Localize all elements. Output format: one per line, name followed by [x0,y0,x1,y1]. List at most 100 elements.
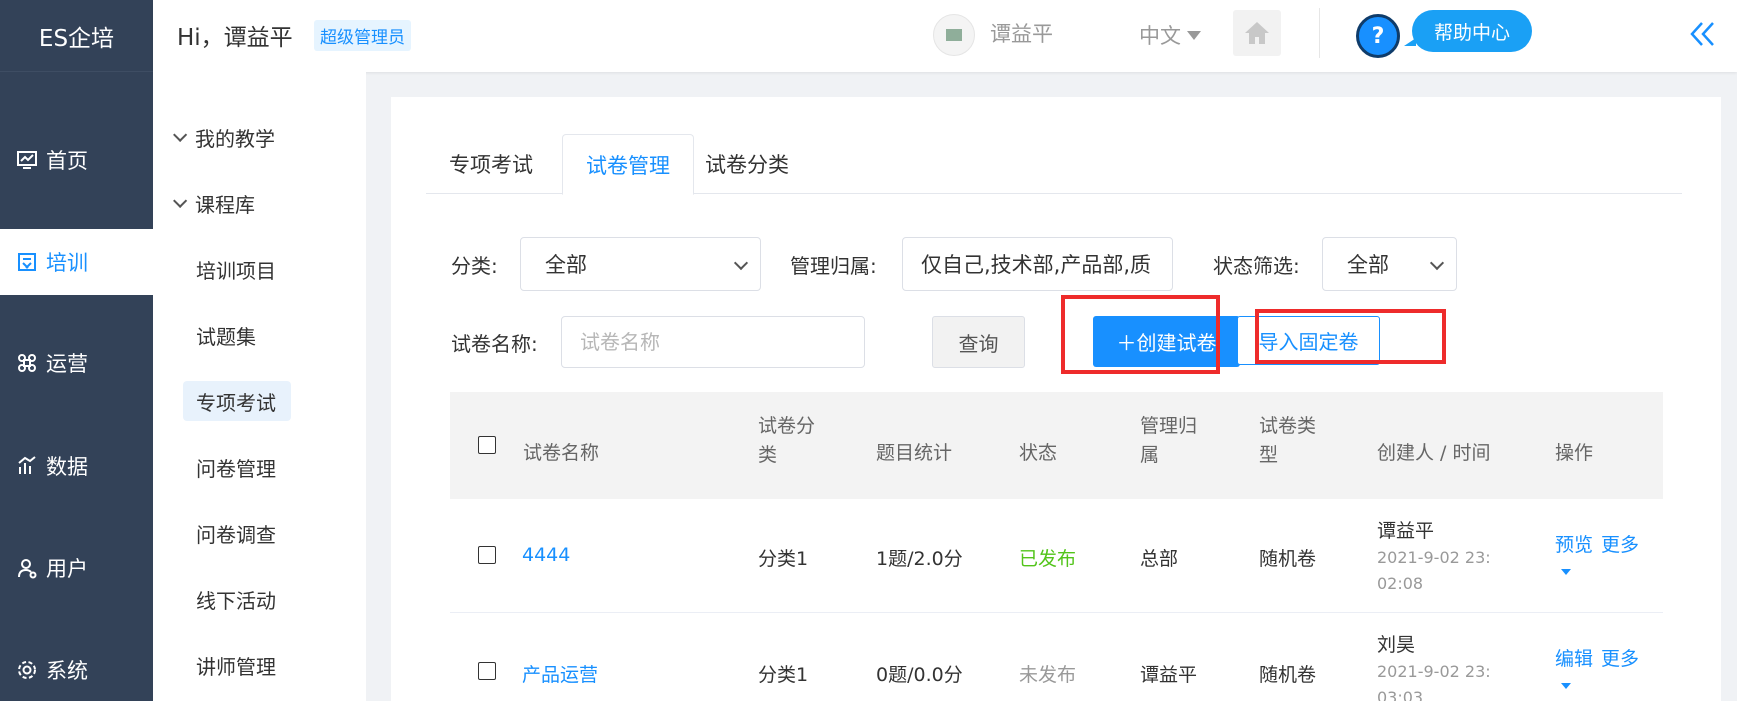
edit-link[interactable]: 编辑 [1555,644,1593,671]
status-badge: 已发布 [1019,548,1077,570]
paper-name-label: 试卷名称: [451,332,538,356]
stats-icon [16,455,38,477]
paper-name-link[interactable]: 产品运营 [522,660,598,687]
language-select[interactable]: 中文 [1139,20,1201,50]
chevron-down-icon [173,127,188,142]
paper-stats: 1题/2.0分 [876,548,963,570]
caret-down-icon [1187,30,1201,40]
column-header-type: 试卷类型 [1259,415,1317,466]
greeting-text: Hi，谭益平 [177,25,293,51]
nav-item-data[interactable]: 数据 [0,433,153,499]
home-button[interactable] [1233,10,1281,56]
paper-category: 分类1 [758,664,809,686]
avatar[interactable] [933,14,975,56]
caret-down-icon[interactable] [1561,569,1571,575]
more-link[interactable]: 更多 [1601,530,1639,557]
owner-filter-label: 管理归属: [790,254,877,278]
paper-owner: 总部 [1140,548,1179,570]
owner-select[interactable]: 仅自己,技术部,产品部,质 [902,237,1173,291]
subnav-group-label: 课程库 [195,192,255,217]
nav-item-label: 用户 [46,557,88,581]
subnav-group-course-library[interactable]: 课程库 [153,183,366,223]
row-checkbox[interactable] [478,546,496,564]
gear-icon [16,659,38,681]
chevron-down-icon [1429,255,1445,271]
user-gear-icon [16,557,38,579]
help-icon[interactable]: ? [1356,14,1400,58]
tab-paper-category[interactable]: 试卷分类 [682,134,812,194]
dashboard-icon [16,149,38,171]
collapse-sidebar-button[interactable] [1683,14,1723,54]
subnav-item-survey[interactable]: 问卷调查 [153,513,366,553]
column-header-name: 试卷名称 [523,442,600,464]
row-divider [450,612,1663,613]
subnav-item-question-set[interactable]: 试题集 [153,315,366,355]
category-select-value: 全部 [545,253,587,277]
owner-select-value: 仅自己,技术部,产品部,质 [921,253,1152,277]
paper-stats: 0题/0.0分 [876,664,963,686]
column-header-category: 试卷分类 [758,415,816,466]
tab-special-exam[interactable]: 专项考试 [426,134,556,194]
double-chevron-left-icon [1690,22,1714,46]
header-divider [1319,8,1320,58]
category-filter-label: 分类: [451,254,498,278]
subnav-item-training-project[interactable]: 培训项目 [153,249,366,289]
subnav-item-offline-activity[interactable]: 线下活动 [153,579,366,619]
caret-down-icon[interactable] [1561,683,1571,689]
highlight-box-import [1255,309,1446,364]
paper-name-input[interactable] [561,316,865,368]
nav-item-label: 首页 [46,149,88,173]
main-card: 专项考试 试卷管理 试卷分类 分类: 全部 管理归属: 仅自己,技术部,产品部,… [391,97,1721,701]
nav-item-label: 运营 [46,352,88,376]
language-label: 中文 [1139,24,1181,48]
column-header-actions: 操作 [1555,442,1594,464]
home-icon [1245,22,1269,44]
paper-name-link[interactable]: 4444 [522,544,570,566]
highlight-box-create [1061,295,1220,374]
chevron-down-icon [173,193,188,208]
nav-item-system[interactable]: 系统 [0,637,153,701]
category-select[interactable]: 全部 [520,237,761,291]
nav-item-user[interactable]: 用户 [0,535,153,601]
subnav-group-my-teaching[interactable]: 我的教学 [153,117,366,157]
nav-item-label: 系统 [46,659,88,683]
subnav-group-label: 我的教学 [195,126,275,151]
column-header-creator: 创建人 / 时间 [1377,442,1491,464]
nav-item-label: 培训 [46,251,88,275]
tab-bar: 专项考试 试卷管理 试卷分类 [426,134,1682,195]
command-icon [16,352,38,374]
more-link[interactable]: 更多 [1601,644,1639,671]
creator-name: 谭益平 [1377,520,1435,542]
help-center-button[interactable]: 帮助中心 [1403,10,1533,52]
table-header: 试卷名称 试卷分类 题目统计 状态 管理归属 试卷类型 创建人 / 时间 操作 [450,392,1663,499]
row-checkbox[interactable] [478,662,496,680]
status-select[interactable]: 全部 [1322,237,1457,291]
create-time: 2021-9-02 23:03:03 [1377,662,1491,701]
column-header-owner: 管理归属 [1140,415,1198,466]
status-select-value: 全部 [1347,253,1389,277]
status-badge: 未发布 [1019,664,1077,686]
column-header-status: 状态 [1019,442,1058,464]
top-header: Hi，谭益平 超级管理员 谭益平 中文 ? 帮助中心 [153,0,1737,72]
nav-item-operation[interactable]: 运营 [0,330,153,396]
role-badge: 超级管理员 [314,20,411,51]
status-filter-label: 状态筛选: [1213,254,1300,278]
nav-item-label: 数据 [46,455,88,479]
chevron-down-icon [733,255,749,271]
book-icon [16,251,38,273]
create-time: 2021-9-02 23:02:08 [1377,548,1491,593]
column-header-stats: 题目统计 [876,442,953,464]
subnav-item-special-exam[interactable]: 专项考试 [153,381,366,421]
preview-link[interactable]: 预览 [1555,530,1593,557]
nav-item-home[interactable]: 首页 [0,127,153,193]
subnav-item-lecturer-mgmt[interactable]: 讲师管理 [153,645,366,685]
select-all-checkbox[interactable] [478,436,496,454]
search-button[interactable]: 查询 [932,316,1025,368]
brand-logo[interactable]: ES企培 [0,0,153,72]
subnav-item-questionnaire-mgmt[interactable]: 问卷管理 [153,447,366,487]
paper-category: 分类1 [758,548,809,570]
sub-sidebar: 我的教学 课程库 培训项目 试题集 专项考试 问卷管理 问卷调查 线下活动 讲师… [153,72,366,701]
nav-item-training[interactable]: 培训 [0,229,153,295]
user-name[interactable]: 谭益平 [990,18,1053,48]
tab-paper-management[interactable]: 试卷管理 [562,134,694,195]
